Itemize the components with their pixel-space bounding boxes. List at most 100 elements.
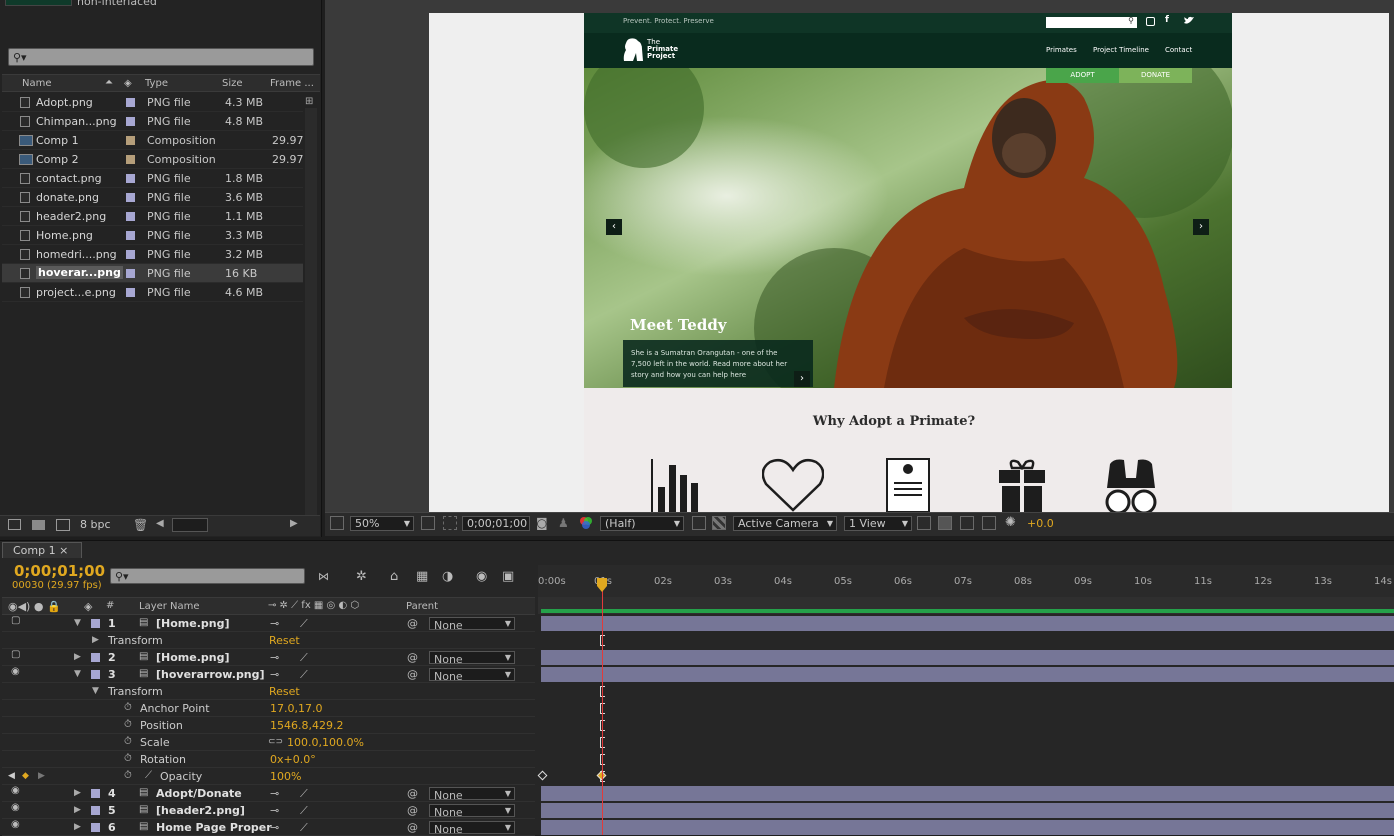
expand-triangle-icon[interactable]: ▶ bbox=[74, 805, 81, 815]
layer-name[interactable]: Adopt/Donate bbox=[156, 787, 242, 800]
stopwatch-icon[interactable]: ⏱ bbox=[124, 770, 132, 781]
draft-3d-icon[interactable]: ✲ bbox=[356, 569, 367, 584]
viewer-timecode[interactable]: 0;00;01;00 bbox=[462, 516, 530, 531]
motion-blur-icon[interactable]: ◑ bbox=[442, 569, 453, 584]
project-item[interactable]: homedri....png PNG file 3.2 MB bbox=[2, 245, 303, 264]
label-color-swatch[interactable] bbox=[126, 231, 135, 240]
parent-dropdown[interactable]: None ▼ bbox=[429, 617, 515, 631]
layer-duration-bar[interactable] bbox=[541, 803, 1394, 818]
expand-triangle-icon[interactable]: ▶ bbox=[74, 788, 81, 798]
label-color-swatch[interactable] bbox=[126, 212, 135, 221]
resolution-dropdown[interactable]: (Half) ▼ bbox=[600, 516, 684, 531]
project-item[interactable]: header2.png PNG file 1.1 MB bbox=[2, 207, 303, 226]
region-of-interest-icon[interactable] bbox=[692, 516, 706, 530]
shy-switch-icon[interactable]: ⊸ bbox=[270, 668, 279, 681]
property-row[interactable]: ⏱ Anchor Point 17.0,17.0 bbox=[2, 700, 535, 717]
exposure-icon[interactable]: ✺ bbox=[1005, 515, 1016, 530]
project-hscroll-thumb[interactable] bbox=[172, 518, 208, 532]
close-icon[interactable]: × bbox=[59, 544, 68, 557]
flowchart-icon[interactable]: ⊞ bbox=[305, 96, 317, 108]
property-row[interactable]: ◀ ◆ ▶ ⟋ ⏱ Opacity 100% bbox=[2, 768, 535, 785]
project-item[interactable]: contact.png PNG file 1.8 MB bbox=[2, 169, 303, 188]
graph-icon[interactable]: ⟋ bbox=[145, 770, 152, 781]
parent-dropdown[interactable]: None ▼ bbox=[429, 668, 515, 682]
quality-switch-icon[interactable]: ⟋ bbox=[300, 804, 308, 818]
pick-whip-icon[interactable]: @ bbox=[407, 804, 418, 817]
label-color-swatch[interactable] bbox=[126, 174, 135, 183]
property-row[interactable]: ⏱ Position 1546.8,429.2 bbox=[2, 717, 535, 734]
layer-row[interactable]: ▢ ▼ 1 ▤ [Home.png] ⊸ ⟋ @ None ▼ bbox=[2, 615, 535, 632]
layer-duration-bar[interactable] bbox=[541, 667, 1394, 682]
video-switch[interactable]: ▢ bbox=[11, 615, 21, 626]
project-item[interactable]: Home.png PNG file 3.3 MB bbox=[2, 226, 303, 245]
layer-row[interactable]: ▢ ▶ 2 ▤ [Home.png] ⊸ ⟋ @ None ▼ bbox=[2, 649, 535, 666]
property-value[interactable]: 100% bbox=[270, 770, 301, 783]
label-color-swatch[interactable] bbox=[91, 619, 100, 628]
flowchart-icon[interactable] bbox=[982, 516, 996, 530]
shy-switch-icon[interactable]: ⊸ bbox=[270, 651, 279, 664]
transparency-grid-icon[interactable] bbox=[712, 516, 726, 530]
layer-row[interactable]: ◉ ▼ 3 ▤ [hoverarrow.png] ⊸ ⟋ @ None ▼ bbox=[2, 666, 535, 683]
show-snapshot-icon[interactable]: ♟ bbox=[558, 516, 569, 530]
label-color-swatch[interactable] bbox=[126, 193, 135, 202]
video-switch[interactable]: ▢ bbox=[11, 649, 21, 660]
label-color-swatch[interactable] bbox=[91, 670, 100, 679]
shy-switch-icon[interactable]: ⊸ bbox=[270, 787, 279, 800]
shy-switch-icon[interactable]: ⊸ bbox=[270, 804, 279, 817]
stopwatch-icon[interactable]: ⏱ bbox=[124, 753, 132, 764]
project-item[interactable]: project...e.png PNG file 4.6 MB bbox=[2, 283, 303, 302]
fast-previews-icon[interactable] bbox=[938, 516, 952, 530]
label-color-swatch[interactable] bbox=[91, 789, 100, 798]
quality-switch-icon[interactable]: ⟋ bbox=[300, 668, 308, 682]
reset-link[interactable]: Reset bbox=[269, 634, 300, 647]
add-keyframe-icon[interactable]: ◆ bbox=[22, 771, 29, 781]
stopwatch-icon[interactable]: ⏱ bbox=[124, 736, 132, 747]
expand-triangle-icon[interactable]: ▶ bbox=[74, 822, 81, 832]
label-color-swatch[interactable] bbox=[126, 269, 135, 278]
project-search-input[interactable]: ⚲▾ bbox=[8, 48, 314, 66]
pick-whip-icon[interactable]: @ bbox=[407, 617, 418, 630]
transform-group[interactable]: ▼ Transform Reset bbox=[2, 683, 535, 700]
column-layer-name[interactable]: Layer Name bbox=[139, 601, 200, 612]
label-color-swatch[interactable] bbox=[126, 136, 135, 145]
views-dropdown[interactable]: 1 View ▼ bbox=[844, 516, 912, 531]
camera-dropdown[interactable]: Active Camera ▼ bbox=[733, 516, 837, 531]
expand-triangle-icon[interactable]: ▶ bbox=[74, 652, 81, 662]
property-value[interactable]: 100.0,100.0% bbox=[287, 736, 364, 749]
property-value[interactable]: 17.0,17.0 bbox=[270, 702, 322, 715]
property-row[interactable]: ⏱ Rotation 0x+0.0° bbox=[2, 751, 535, 768]
project-item[interactable]: Adopt.png PNG file 4.3 MB bbox=[2, 93, 303, 112]
hide-shy-layers-icon[interactable]: ⌂ bbox=[390, 569, 398, 584]
timeline-timecode[interactable]: 0;00;01;00 bbox=[14, 562, 105, 580]
label-color-swatch[interactable] bbox=[126, 117, 135, 126]
layer-name[interactable]: Home Page Proper bbox=[156, 821, 272, 834]
quality-switch-icon[interactable]: ⟋ bbox=[300, 821, 308, 835]
brainstorm-icon[interactable]: ▣ bbox=[502, 569, 514, 584]
interpret-footage-icon[interactable] bbox=[8, 519, 21, 530]
project-item[interactable]: Comp 1 Composition 29.97 bbox=[2, 131, 304, 150]
eye-icon[interactable]: ◉ bbox=[11, 819, 21, 830]
tab-comp-1[interactable]: Comp 1 × bbox=[2, 542, 82, 558]
project-item[interactable]: donate.png PNG file 3.6 MB bbox=[2, 188, 303, 207]
label-color-swatch[interactable] bbox=[126, 250, 135, 259]
stopwatch-icon[interactable]: ⏱ bbox=[124, 702, 132, 713]
property-value[interactable]: 0x+0.0° bbox=[270, 753, 316, 766]
fit-icon[interactable] bbox=[421, 516, 435, 530]
quality-switch-icon[interactable]: ⟋ bbox=[300, 617, 308, 631]
label-color-swatch[interactable] bbox=[126, 288, 135, 297]
column-size[interactable]: Size bbox=[222, 78, 243, 89]
channels-icon[interactable] bbox=[578, 515, 594, 531]
layer-duration-bar[interactable] bbox=[541, 616, 1394, 631]
project-item[interactable]: hoverar...png PNG file 16 KB bbox=[2, 264, 303, 283]
parent-dropdown[interactable]: None ▼ bbox=[429, 787, 515, 801]
layer-row[interactable]: ◉ ▶ 6 ▤ Home Page Proper ⊸ ⟋ @ None ▼ bbox=[2, 819, 535, 836]
label-color-swatch[interactable] bbox=[91, 823, 100, 832]
label-tag-icon[interactable]: ◈ bbox=[124, 78, 132, 89]
column-type[interactable]: Type bbox=[145, 78, 168, 89]
label-color-swatch[interactable] bbox=[126, 98, 135, 107]
always-preview-icon[interactable] bbox=[330, 516, 344, 530]
layer-duration-bar[interactable] bbox=[541, 650, 1394, 665]
project-item[interactable]: Chimpan...png PNG file 4.8 MB bbox=[2, 112, 303, 131]
pixel-aspect-icon[interactable] bbox=[917, 516, 931, 530]
project-scrollbar[interactable] bbox=[305, 108, 317, 518]
